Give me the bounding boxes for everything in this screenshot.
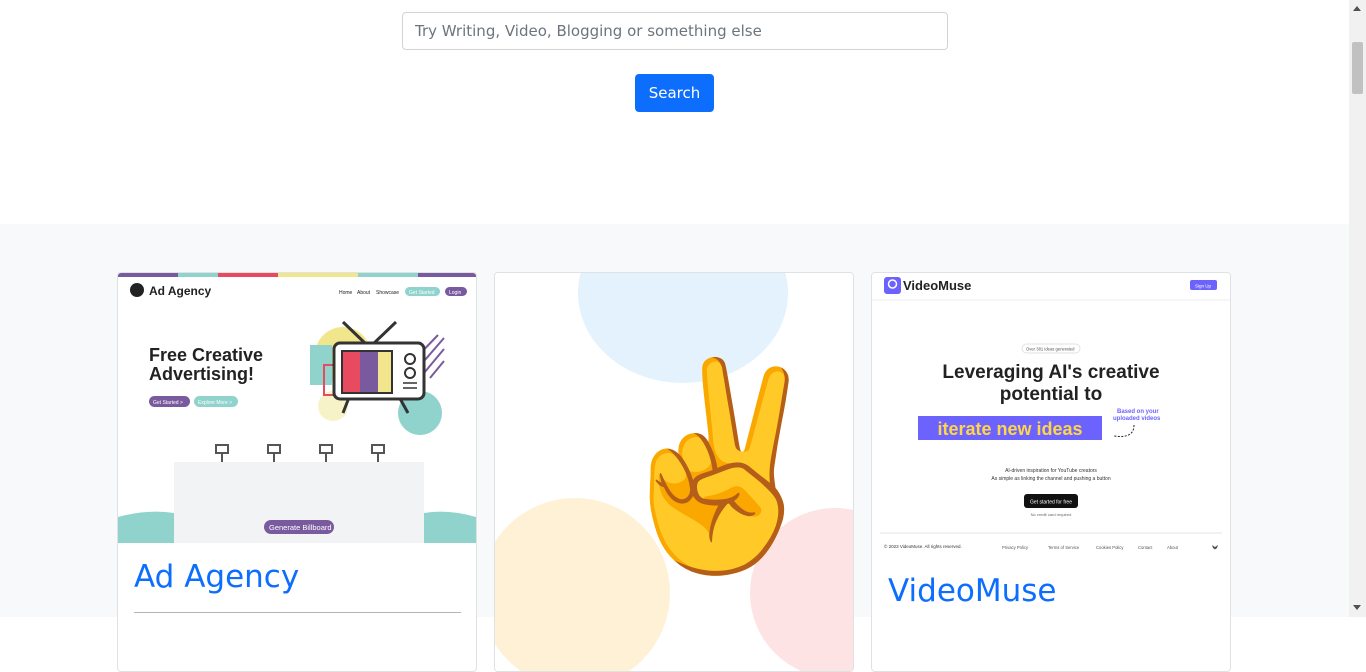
preview-btn-secondary: Explore More > bbox=[198, 400, 232, 406]
preview-headline-1: Leveraging AI's creative bbox=[942, 362, 1159, 383]
preview-brand: VideoMuse bbox=[903, 278, 971, 293]
preview-cta: Get started for free bbox=[1030, 500, 1072, 506]
preview-nav-home: Home bbox=[339, 290, 353, 296]
preview-nav-about: About bbox=[357, 290, 371, 296]
preview-highlight: iterate new ideas bbox=[937, 419, 1082, 439]
search-input[interactable] bbox=[402, 12, 948, 50]
preview-nav-showcase: Showcase bbox=[376, 290, 399, 296]
preview-btn-primary: Get Started > bbox=[153, 400, 183, 406]
preview-badge: Over 381 ideas generated bbox=[1026, 347, 1075, 352]
preview-cta-note: No credit card required bbox=[1031, 512, 1072, 517]
scroll-up-arrow-icon[interactable] bbox=[1353, 6, 1361, 11]
scrollbar-thumb[interactable] bbox=[1352, 42, 1363, 94]
preview-side-note-1: Based on your bbox=[1117, 409, 1159, 415]
preview-footer-privacy: Privacy Policy bbox=[1002, 545, 1029, 550]
peace-hand-icon: ✌️ bbox=[595, 347, 844, 585]
preview-headline-2: Advertising! bbox=[149, 364, 254, 384]
preview-headline-1: Free Creative bbox=[149, 345, 263, 365]
ad-agency-preview: Ad Agency Home About Showcase Get Starte… bbox=[118, 273, 476, 543]
preview-copyright: © 2023 VideoMuse. All rights reserved. bbox=[884, 543, 962, 549]
preview-nav-cta: Get Started bbox=[409, 290, 435, 296]
card-thumbnail[interactable]: ✌️ bbox=[495, 273, 853, 671]
preview-headline-2: potential to bbox=[1000, 384, 1102, 405]
card-videomuse[interactable]: VideoMuse Sign Up Over 381 ideas generat… bbox=[871, 272, 1231, 672]
preview-footer-contact: Contact bbox=[1138, 545, 1153, 550]
card-title[interactable]: Ad Agency bbox=[134, 559, 299, 595]
card-thumbnail[interactable]: VideoMuse Sign Up Over 381 ideas generat… bbox=[872, 273, 1230, 557]
template-gallery: Ad Agency Home About Showcase Get Starte… bbox=[0, 224, 1349, 672]
preview-nav-login: Login bbox=[449, 290, 461, 296]
emoji-preview: ✌️ bbox=[495, 273, 853, 671]
preview-billboard-button: Generate Billboard bbox=[269, 523, 332, 532]
preview-side-note-2: uploaded videos bbox=[1113, 416, 1161, 422]
card-divider bbox=[134, 612, 461, 613]
card-thumbnail[interactable]: Ad Agency Home About Showcase Get Starte… bbox=[118, 273, 476, 543]
preview-sub-1: AI-driven inspiration for YouTube creato… bbox=[1005, 468, 1097, 474]
scroll-down-arrow-icon[interactable] bbox=[1353, 605, 1361, 610]
search-section: Search bbox=[0, 0, 1349, 224]
preview-brand: Ad Agency bbox=[149, 284, 212, 298]
videomuse-preview: VideoMuse Sign Up Over 381 ideas generat… bbox=[872, 273, 1230, 557]
card-emoji[interactable]: ✌️ bbox=[494, 272, 854, 672]
preview-footer-about: About bbox=[1167, 545, 1179, 550]
card-title[interactable]: VideoMuse bbox=[888, 573, 1056, 609]
search-button[interactable]: Search bbox=[635, 74, 714, 112]
preview-footer-cookies: Cookies Policy bbox=[1096, 545, 1124, 550]
page-scrollbar[interactable] bbox=[1349, 0, 1366, 617]
card-ad-agency[interactable]: Ad Agency Home About Showcase Get Starte… bbox=[117, 272, 477, 672]
preview-signup: Sign Up bbox=[1195, 284, 1212, 289]
preview-footer-terms: Terms of Service bbox=[1048, 545, 1080, 550]
preview-sub-2: As simple as linking the channel and pus… bbox=[991, 476, 1110, 482]
